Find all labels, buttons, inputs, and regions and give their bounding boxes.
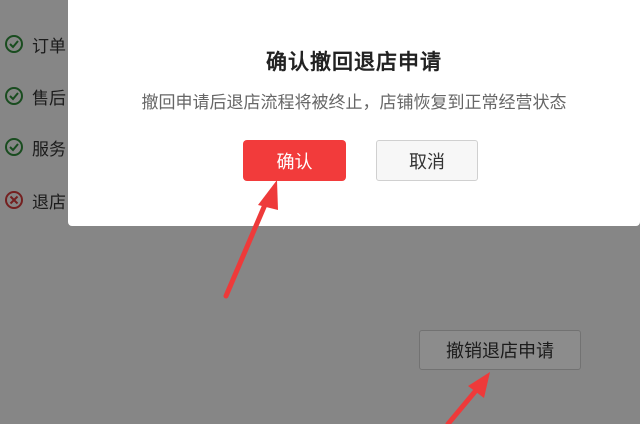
- dialog-title: 确认撤回退店申请: [266, 50, 442, 74]
- confirm-dialog: 确认撤回退店申请 撤回申请后退店流程将被终止，店铺恢复到正常经营状态 确认 取消: [68, 0, 640, 226]
- cancel-button[interactable]: 取消: [376, 140, 478, 181]
- dialog-description: 撤回申请后退店流程将被终止，店铺恢复到正常经营状态: [141, 93, 567, 113]
- confirm-button[interactable]: 确认: [243, 140, 346, 181]
